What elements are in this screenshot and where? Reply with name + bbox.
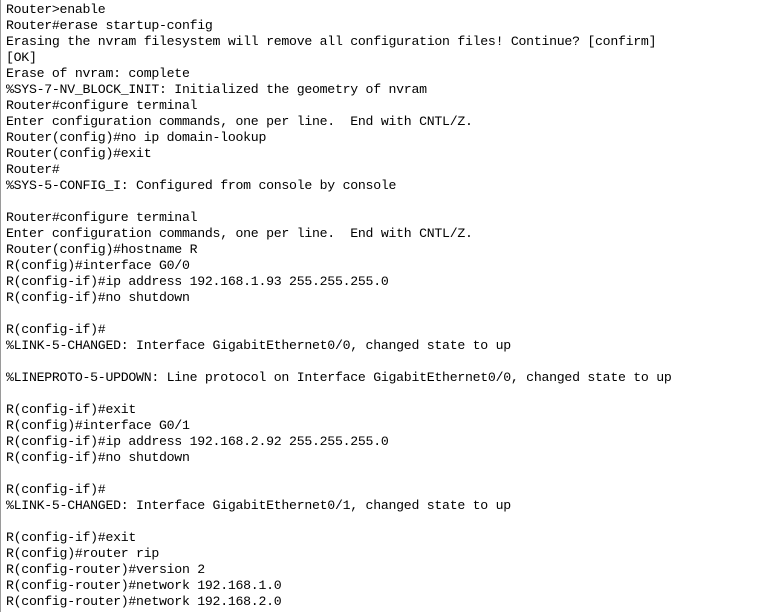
- console-line: Router#erase startup-config: [6, 18, 213, 33]
- console-line: %SYS-7-NV_BLOCK_INIT: Initialized the ge…: [6, 82, 427, 97]
- console-line: R(config-if)#: [6, 322, 106, 337]
- console-line: Enter configuration commands, one per li…: [6, 226, 473, 241]
- console-line: R(config-if)#ip address 192.168.1.93 255…: [6, 274, 389, 289]
- console-line: %LINEPROTO-5-UPDOWN: Line protocol on In…: [6, 370, 672, 385]
- console-line: Router(config)#no ip domain-lookup: [6, 130, 267, 145]
- console-line: R(config-if)#exit: [6, 402, 137, 417]
- console-line: Router(config)#exit: [6, 146, 152, 161]
- console-line: R(config)#interface G0/0: [6, 258, 190, 273]
- console-line: [OK]: [6, 50, 37, 65]
- console-line: %LINK-5-CHANGED: Interface GigabitEthern…: [6, 498, 511, 513]
- console-line: %SYS-5-CONFIG_I: Configured from console…: [6, 178, 397, 193]
- console-line: R(config-if)#ip address 192.168.2.92 255…: [6, 434, 389, 449]
- console-line: Router#: [6, 162, 60, 177]
- console-line: Erase of nvram: complete: [6, 66, 190, 81]
- console-line: R(config)#router rip: [6, 546, 159, 561]
- cli-console-output[interactable]: Router>enable Router#erase startup-config…: [1, 0, 764, 610]
- console-line: R(config)#interface G0/1: [6, 418, 190, 433]
- console-line: Router>enable: [6, 2, 106, 17]
- console-line: Router(config)#hostname R: [6, 242, 198, 257]
- console-line: Erasing the nvram filesystem will remove…: [6, 34, 657, 49]
- console-line: R(config-if)#no shutdown: [6, 290, 190, 305]
- console-line: Enter configuration commands, one per li…: [6, 114, 473, 129]
- terminal-window[interactable]: Router>enable Router#erase startup-config…: [0, 0, 764, 612]
- console-line: Router#configure terminal: [6, 210, 198, 225]
- console-line: Router#configure terminal: [6, 98, 198, 113]
- console-line: %LINK-5-CHANGED: Interface GigabitEthern…: [6, 338, 511, 353]
- console-line: R(config-if)#exit: [6, 530, 137, 545]
- console-line: R(config-router)#network 192.168.1.0: [6, 578, 282, 593]
- console-line: R(config-if)#no shutdown: [6, 450, 190, 465]
- console-line: R(config-router)#version 2: [6, 562, 205, 577]
- console-line: R(config-if)#: [6, 482, 106, 497]
- console-line: R(config-router)#network 192.168.2.0: [6, 594, 282, 609]
